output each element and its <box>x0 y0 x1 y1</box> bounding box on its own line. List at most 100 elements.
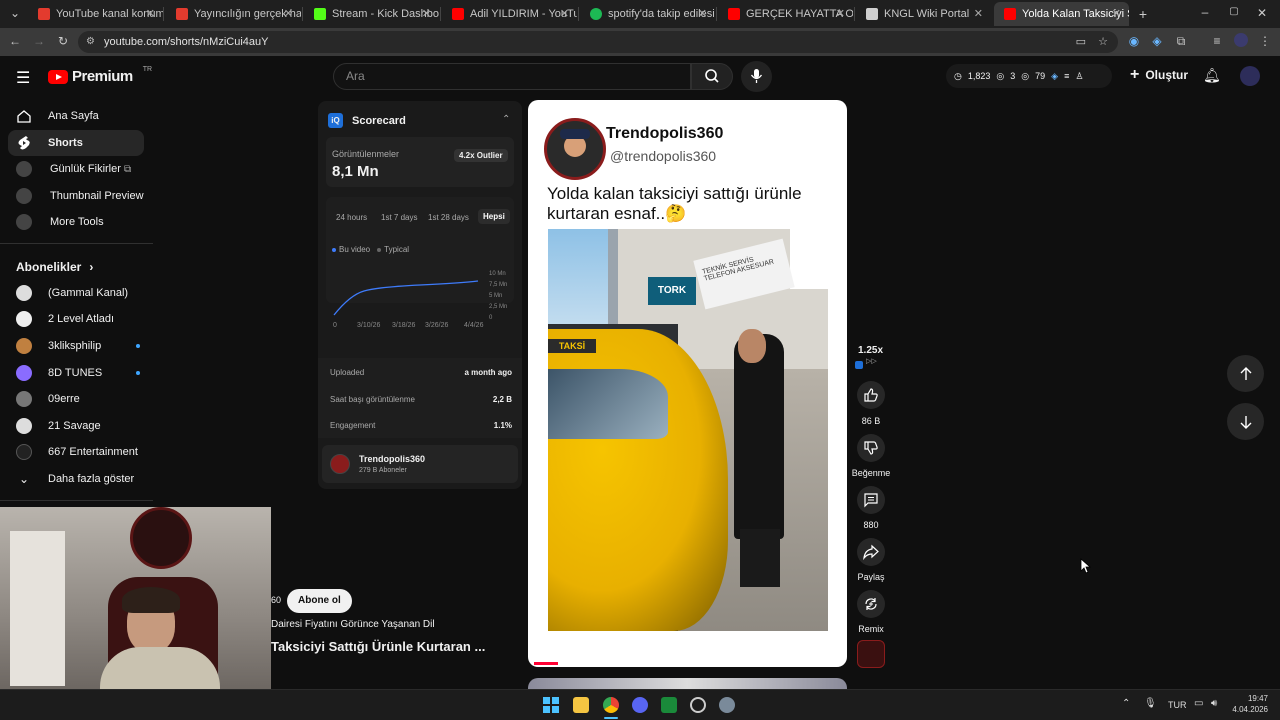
subscription-item[interactable]: (Gammal Kanal) <box>8 280 144 306</box>
media-icon[interactable]: ≡ <box>1208 34 1226 48</box>
url-bar[interactable]: ⚙ youtube.com/shorts/nMziCui4auY ▭ ☆ <box>78 31 1118 53</box>
tab-favicon <box>452 8 464 20</box>
browser-tab[interactable]: Stream - Kick Dashboard✕ <box>304 2 439 26</box>
dislike-button[interactable] <box>857 434 885 462</box>
bookmark-star-icon[interactable]: ☆ <box>1098 31 1108 53</box>
kick-app-icon[interactable] <box>661 697 677 713</box>
channel-avatar <box>16 365 32 381</box>
subscription-item[interactable]: 667 Entertainment <box>8 439 144 465</box>
subscription-item[interactable]: 8D TUNES <box>8 360 144 386</box>
like-button[interactable] <box>857 381 885 409</box>
extension-icon[interactable]: ◈ <box>1148 34 1166 48</box>
profile-avatar[interactable] <box>1232 33 1250 50</box>
search-input[interactable]: Ara <box>333 63 691 90</box>
close-icon[interactable]: ✕ <box>836 7 845 20</box>
network-icon[interactable]: ▭ <box>1194 698 1203 709</box>
youtube-logo[interactable]: Premium TR <box>48 66 152 85</box>
extension-icon[interactable]: ◉ <box>1125 34 1143 48</box>
playback-speed[interactable]: 1.25x <box>858 345 883 356</box>
sidebar-item-home[interactable]: Ana Sayfa <box>8 103 144 129</box>
subscription-item[interactable]: 3kliksphilip <box>8 333 144 359</box>
close-icon[interactable]: ✕ <box>1112 7 1121 20</box>
audio-track-thumbnail[interactable] <box>857 640 885 668</box>
close-icon[interactable]: ✕ <box>698 7 707 20</box>
range-tab-28d[interactable]: 1st 28 days <box>428 213 469 222</box>
volume-icon[interactable]: 🔊︎ <box>1211 698 1217 709</box>
close-icon[interactable]: ✕ <box>146 7 155 20</box>
legend-this-video: Bu video <box>339 245 371 254</box>
new-tab-icon[interactable]: + <box>1134 6 1152 22</box>
close-icon[interactable]: ✕ <box>974 7 983 20</box>
obs-icon[interactable] <box>690 697 706 713</box>
browser-tab[interactable]: YouTube kanal konumlarını✕ <box>28 2 163 26</box>
subscribe-button[interactable]: Abone ol <box>287 589 352 613</box>
sidebar-divider <box>0 243 153 244</box>
shorts-icon <box>16 135 32 151</box>
eye-icon: ◎ <box>1021 70 1030 81</box>
windows-start-icon[interactable] <box>543 697 559 713</box>
forward-icon[interactable]: → <box>30 34 48 48</box>
browser-tab[interactable]: Adil YILDIRIM - YouTube✕ <box>442 2 577 26</box>
subscription-item[interactable]: 09erre <box>8 386 144 412</box>
create-button[interactable]: + Oluştur <box>1130 67 1188 83</box>
system-tray-chevron-icon[interactable]: ⌃ <box>1122 698 1130 709</box>
video-title-overlay[interactable]: Taksiciyi Sattığı Ürünle Kurtaran ... <box>271 639 521 654</box>
subscription-item[interactable]: 21 Savage <box>8 413 144 439</box>
shorts-video-player[interactable]: Trendopolis360 @trendopolis360 Yolda kal… <box>528 100 847 667</box>
list-icon: ≡ <box>1064 71 1070 81</box>
microphone-tray-icon[interactable]: 🎙︎ <box>1144 698 1157 709</box>
next-short-button[interactable] <box>1227 403 1264 440</box>
account-avatar[interactable] <box>1240 66 1260 86</box>
file-explorer-icon[interactable] <box>573 697 589 713</box>
cast-icon[interactable]: ▭ <box>1076 31 1086 53</box>
back-icon[interactable]: ← <box>6 34 24 48</box>
sidebar-item-thumbnail-preview[interactable]: Thumbnail Preview <box>8 183 144 209</box>
range-tab-7d[interactable]: 1st 7 days <box>381 213 417 222</box>
search-button[interactable] <box>691 63 733 90</box>
remix-button[interactable] <box>857 590 885 618</box>
tab-search-icon[interactable]: ⌄ <box>6 6 24 20</box>
browser-tab[interactable]: GERÇEK HAYATTA OYUN✕ <box>718 2 853 26</box>
progress-bar[interactable] <box>534 662 558 665</box>
notifications-bell-icon[interactable]: 🔔︎ <box>1203 67 1221 84</box>
man-figure <box>734 334 784 539</box>
next-short-preview[interactable] <box>528 678 847 689</box>
browser-tab[interactable]: Yayıncılığın gerçek hazırlığı✕ <box>166 2 301 26</box>
sidebar-item-shorts[interactable]: Shorts <box>8 130 144 156</box>
browser-tab[interactable]: KNGL Wiki Portal ✕ <box>856 2 991 26</box>
show-more-button[interactable]: ⌄ Daha fazla göster <box>8 466 144 492</box>
close-icon[interactable]: ✕ <box>560 7 569 20</box>
collapse-chevron-icon[interactable]: ⌃ <box>502 114 510 125</box>
subscriptions-heading[interactable]: Abonelikler › <box>16 260 93 274</box>
maximize-icon[interactable]: ▢ <box>1225 6 1243 17</box>
chrome-menu-icon[interactable]: ⋮ <box>1256 34 1274 48</box>
subscription-item[interactable]: 2 Level Atladı <box>8 306 144 332</box>
extensions-puzzle-icon[interactable]: ⧉ <box>1172 34 1190 49</box>
arrow-up-icon <box>1240 366 1251 380</box>
close-icon[interactable]: ✕ <box>422 7 431 20</box>
range-tab-24h[interactable]: 24 hours <box>336 213 367 222</box>
comments-button[interactable] <box>857 486 885 514</box>
sidebar-item-daily-ideas[interactable]: Günlük Fikirler ⧉ <box>8 156 144 182</box>
browser-tab-active[interactable]: Yolda Kalan Taksiciyi S ✕ <box>994 2 1129 26</box>
settings-gear-icon[interactable] <box>719 697 735 713</box>
sidebar-item-more-tools[interactable]: More Tools <box>8 209 144 235</box>
extension-stats-pill[interactable]: ◷ 1,823 ◎ 3 ◎ 79 ◈ ≡ ♙ <box>946 64 1112 88</box>
reload-icon[interactable]: ↻ <box>54 34 72 48</box>
previous-short-button[interactable] <box>1227 355 1264 392</box>
channel-row[interactable]: Trendopolis360 279 B Aboneler <box>322 445 518 483</box>
share-button[interactable] <box>857 538 885 566</box>
voice-search-button[interactable] <box>741 61 772 92</box>
browser-tab[interactable]: spotify'da takip edilesi po✕ <box>580 2 715 26</box>
comment-icon <box>864 493 878 508</box>
input-language[interactable]: TUR <box>1168 700 1187 710</box>
chrome-icon[interactable] <box>603 697 619 713</box>
site-info-icon[interactable]: ⚙ <box>86 31 95 53</box>
clock[interactable]: 19:47 4.04.2026 <box>1226 693 1268 715</box>
window-close-icon[interactable]: ✕ <box>1253 6 1271 20</box>
range-tab-all[interactable]: Hepsi <box>478 209 510 224</box>
minimize-icon[interactable]: – <box>1196 5 1214 19</box>
close-icon[interactable]: ✕ <box>284 7 293 20</box>
hamburger-menu-icon[interactable]: ☰ <box>16 68 30 88</box>
discord-icon[interactable] <box>632 697 648 713</box>
